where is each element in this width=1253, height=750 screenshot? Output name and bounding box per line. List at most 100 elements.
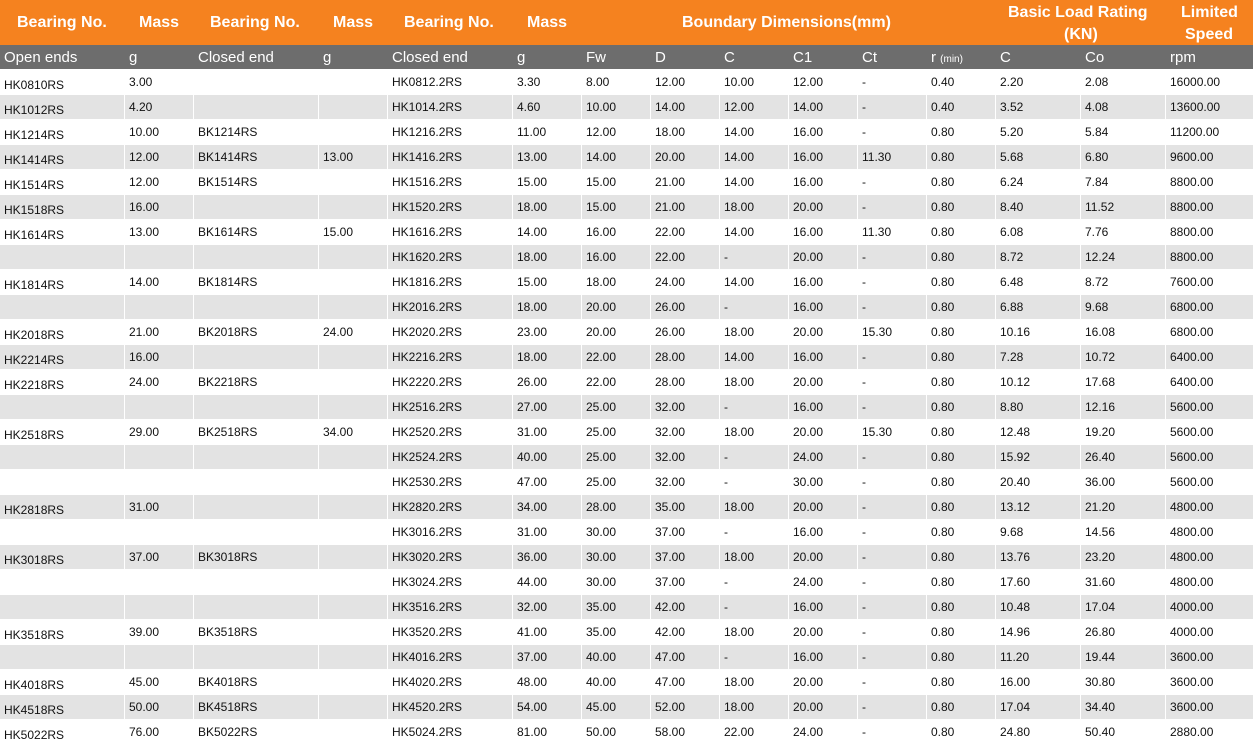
cell-open-ends: HK2818RS bbox=[4, 503, 65, 517]
header-boundary-dimensions: Boundary Dimensions(mm) bbox=[682, 14, 891, 31]
cell-closed-end-2rs: HK1616.2RS bbox=[392, 225, 463, 239]
cell-d: 28.00 bbox=[655, 350, 686, 364]
cell-mass-open: 4.20 bbox=[129, 100, 153, 114]
cell-c: 14.00 bbox=[724, 150, 755, 164]
subheader-g-closed-2rs: g bbox=[517, 49, 526, 66]
cell-rpm: 7600.00 bbox=[1170, 275, 1214, 289]
subheader-band bbox=[0, 45, 1253, 70]
cell-c-load: 17.04 bbox=[1000, 700, 1031, 714]
cell-c: 22.00 bbox=[724, 725, 755, 739]
cell-c-load: 15.92 bbox=[1000, 450, 1031, 464]
cell-co: 11.52 bbox=[1085, 200, 1115, 214]
cell-mass-closed bbox=[319, 270, 323, 295]
cell-fw: 22.00 bbox=[586, 350, 617, 364]
cell-mass-open: 16.00 bbox=[129, 200, 160, 214]
cell-c1: 20.00 bbox=[793, 250, 824, 264]
cell-fw: 25.00 bbox=[586, 425, 617, 439]
row-divider bbox=[0, 369, 1253, 370]
cell-c: 18.00 bbox=[724, 375, 755, 389]
cell-closed-end bbox=[194, 645, 198, 670]
cell-mass-open bbox=[125, 645, 129, 670]
row-divider bbox=[0, 194, 1253, 195]
cell-mass-2rs: 18.00 bbox=[517, 200, 548, 214]
cell-rpm: 8800.00 bbox=[1170, 225, 1214, 239]
subheader-r-min: r (min) bbox=[927, 45, 963, 70]
cell-rpm: 4800.00 bbox=[1170, 550, 1214, 564]
cell-c-load: 8.80 bbox=[1000, 400, 1024, 414]
cell-ct: - bbox=[862, 250, 866, 264]
cell-mass-closed bbox=[319, 670, 323, 695]
cell-ct: - bbox=[862, 75, 866, 89]
cell-co: 14.56 bbox=[1085, 525, 1116, 539]
cell-open-ends: HK1518RS bbox=[4, 203, 65, 217]
cell-r-min: 0.80 bbox=[931, 350, 955, 364]
cell-rpm: 16000.00 bbox=[1170, 75, 1221, 89]
cell-fw: 15.00 bbox=[586, 200, 617, 214]
cell-c-load: 16.00 bbox=[1000, 675, 1031, 689]
subheader-c1: C1 bbox=[793, 49, 813, 66]
subheader-r: r bbox=[931, 49, 936, 66]
cell-r-min: 0.80 bbox=[931, 250, 955, 264]
cell-c: 18.00 bbox=[724, 550, 755, 564]
cell-mass-open: 37.00 bbox=[129, 550, 160, 564]
table-row: HK2524.2RS 40.00 25.00 32.00 - 24.00 - 0.80 15.9… bbox=[0, 445, 1253, 470]
cell-mass-open: 50.00 bbox=[129, 700, 160, 714]
cell-co: 7.76 bbox=[1085, 225, 1109, 239]
cell-fw: 28.00 bbox=[586, 500, 617, 514]
row-divider bbox=[0, 469, 1253, 470]
cell-closed-end bbox=[194, 395, 198, 420]
cell-c-load: 12.48 bbox=[1000, 425, 1031, 439]
cell-r-min: 0.80 bbox=[931, 475, 955, 489]
header-mass-open: Mass bbox=[139, 14, 180, 31]
cell-ct: - bbox=[862, 450, 866, 464]
cell-c-load: 5.68 bbox=[1000, 150, 1024, 164]
cell-c1: 20.00 bbox=[793, 675, 824, 689]
row-divider bbox=[0, 494, 1253, 495]
cell-d: 37.00 bbox=[655, 550, 686, 564]
cell-closed-end: BK1514RS bbox=[198, 175, 258, 189]
cell-closed-end: BK3018RS bbox=[198, 550, 258, 564]
cell-c: - bbox=[724, 250, 728, 264]
cell-open-ends: HK1514RS bbox=[4, 178, 65, 192]
cell-co: 17.68 bbox=[1085, 375, 1116, 389]
table-row: HK1214RS 10.00 BK1214RS HK1216.2RS 11.00 12.0… bbox=[0, 120, 1253, 145]
cell-co: 7.84 bbox=[1085, 175, 1109, 189]
cell-ct: - bbox=[862, 550, 866, 564]
cell-d: 14.00 bbox=[655, 100, 686, 114]
cell-fw: 8.00 bbox=[586, 75, 610, 89]
cell-co: 2.08 bbox=[1085, 75, 1109, 89]
cell-mass-open: 24.00 bbox=[129, 375, 160, 389]
cell-d: 35.00 bbox=[655, 500, 686, 514]
row-divider bbox=[0, 319, 1253, 320]
cell-closed-end bbox=[194, 70, 198, 95]
cell-r-min: 0.80 bbox=[931, 175, 955, 189]
subheader-r-min-label: (min) bbox=[940, 54, 963, 65]
cell-co: 19.20 bbox=[1085, 425, 1116, 439]
cell-mass-closed bbox=[319, 520, 323, 545]
cell-c-load: 13.76 bbox=[1000, 550, 1031, 564]
cell-fw: 25.00 bbox=[586, 400, 617, 414]
row-divider bbox=[0, 344, 1253, 345]
cell-d: 47.00 bbox=[655, 650, 686, 664]
cell-mass-2rs: 13.00 bbox=[517, 150, 548, 164]
row-divider bbox=[0, 719, 1253, 720]
cell-rpm: 8800.00 bbox=[1170, 250, 1214, 264]
row-divider bbox=[0, 244, 1253, 245]
cell-c1: 20.00 bbox=[793, 500, 824, 514]
cell-d: 22.00 bbox=[655, 250, 686, 264]
cell-co: 17.04 bbox=[1085, 600, 1116, 614]
cell-c: - bbox=[724, 650, 728, 664]
cell-d: 37.00 bbox=[655, 575, 686, 589]
cell-closed-end-2rs: HK1520.2RS bbox=[392, 200, 463, 214]
cell-closed-end-2rs: HK4520.2RS bbox=[392, 700, 463, 714]
cell-closed-end-2rs: HK3516.2RS bbox=[392, 600, 463, 614]
table-row: HK2018RS 21.00 BK2018RS 24.00 HK2020.2RS 23.0… bbox=[0, 320, 1253, 345]
cell-closed-end-2rs: HK4016.2RS bbox=[392, 650, 463, 664]
cell-c: 18.00 bbox=[724, 675, 755, 689]
cell-mass-open bbox=[125, 245, 129, 270]
cell-fw: 20.00 bbox=[586, 325, 617, 339]
cell-c-load: 20.40 bbox=[1000, 475, 1031, 489]
cell-mass-open: 45.00 bbox=[129, 675, 160, 689]
cell-d: 52.00 bbox=[655, 700, 686, 714]
cell-ct: - bbox=[862, 400, 866, 414]
